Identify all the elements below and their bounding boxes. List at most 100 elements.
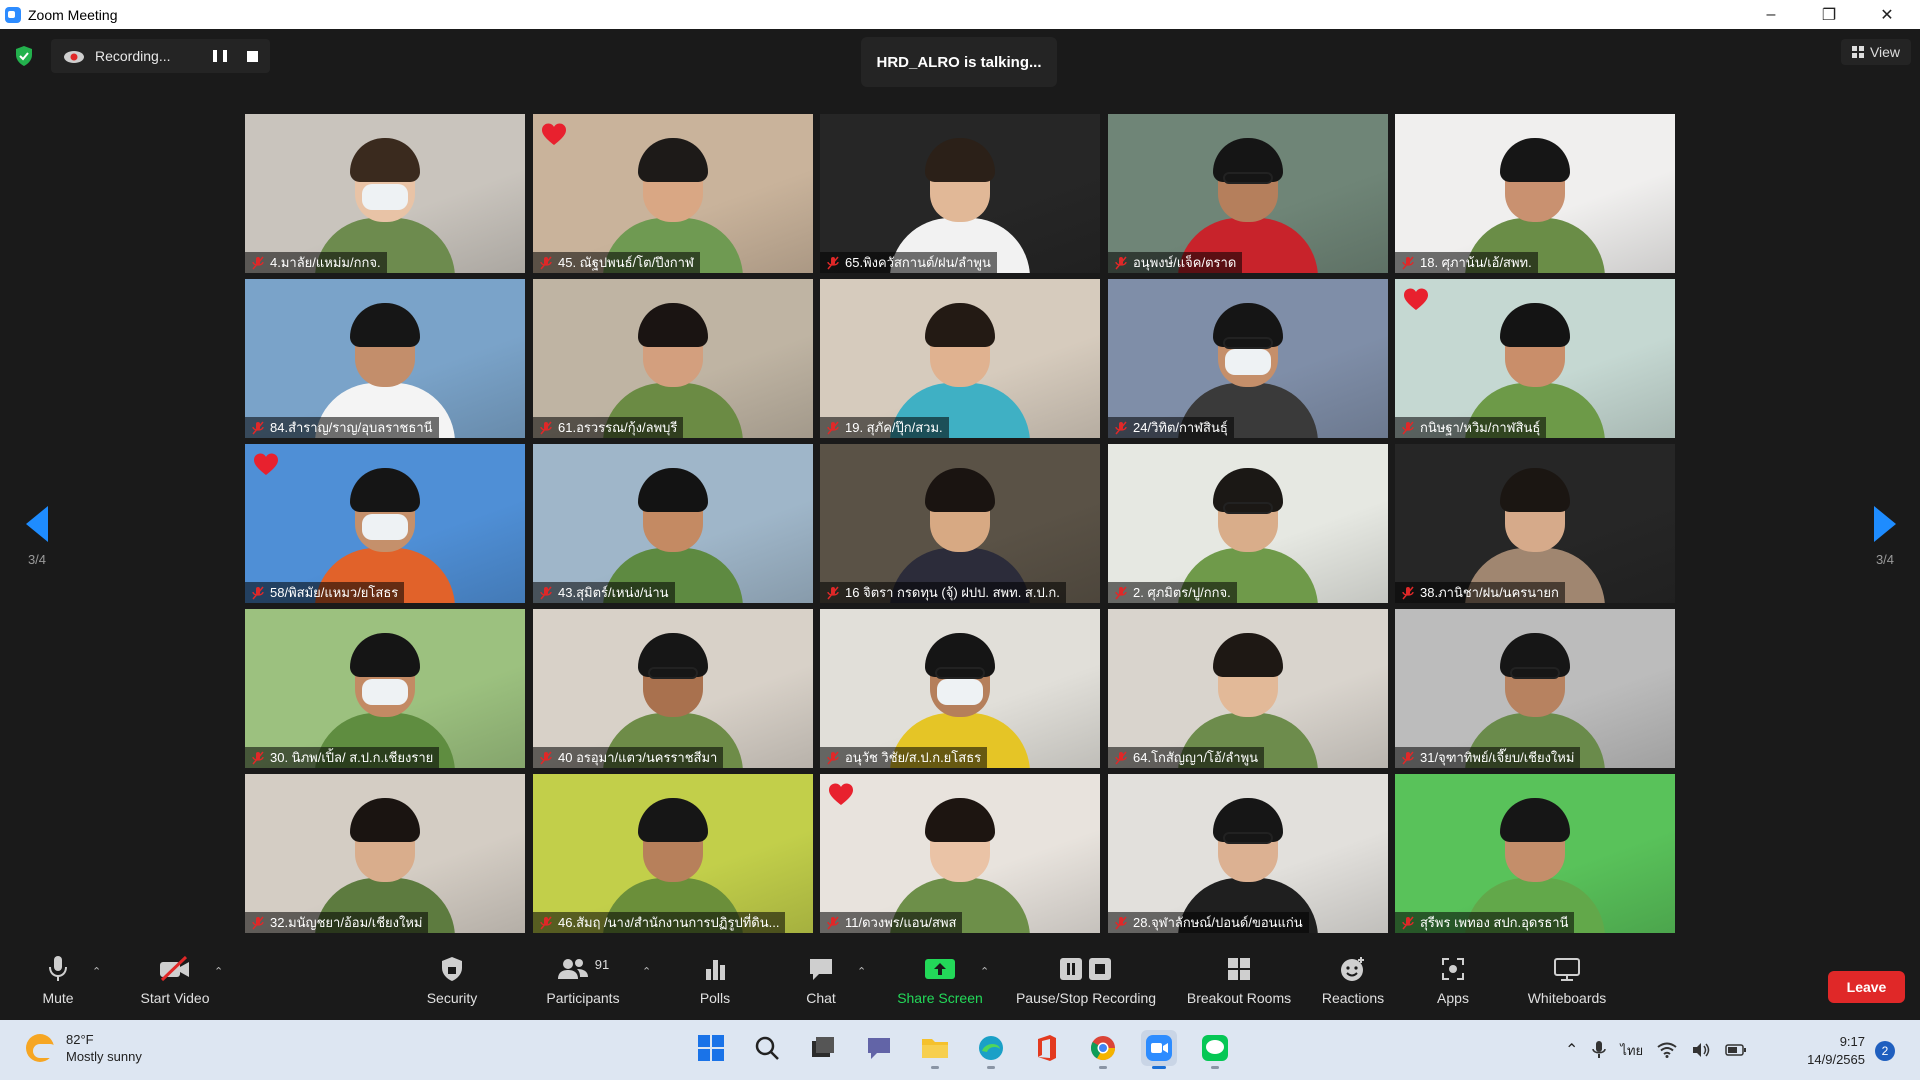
muted-mic-icon bbox=[540, 421, 552, 434]
participants-options-caret[interactable]: ⌃ bbox=[642, 965, 651, 978]
chat-options-caret[interactable]: ⌃ bbox=[857, 965, 866, 978]
muted-mic-icon bbox=[827, 586, 839, 599]
taskbar-clock[interactable]: 9:17 14/9/2565 bbox=[1793, 1033, 1865, 1069]
muted-mic-icon bbox=[252, 586, 264, 599]
muted-mic-icon bbox=[1115, 916, 1127, 929]
chat-bubble-icon bbox=[804, 954, 838, 984]
participant-video-tile[interactable]: 24/วิทิต/กาฬสินธุ์ bbox=[1108, 279, 1388, 438]
participant-video-tile[interactable]: 65.พิงควัสกานต์/ฝน/ลำพูน bbox=[820, 114, 1100, 273]
security-button[interactable]: Security bbox=[420, 939, 484, 1020]
participant-name-bar: 4.มาลัย/แหม่ม/กกจ. bbox=[245, 252, 387, 273]
participant-video-tile[interactable]: 45. ณัฐปพนธ์/โต/ปึงกาฬ bbox=[533, 114, 813, 273]
participant-video-tile[interactable]: 64.โกสัญญา/โอ้/ลำพูน bbox=[1108, 609, 1388, 768]
pause-recording-button[interactable] bbox=[213, 49, 227, 63]
participant-name-bar: 61.อรวรรณ/กุ้ง/ลพบุรี bbox=[533, 417, 684, 438]
restore-button[interactable]: ❐ bbox=[1800, 0, 1858, 29]
input-language[interactable]: ไทย bbox=[1620, 1040, 1643, 1061]
share-screen-button[interactable]: Share Screen bbox=[890, 939, 990, 1020]
participant-video-tile[interactable]: 16 จิตรา กรดทุน (จุ้) ฝปป. สพท. ส.ป.ก. bbox=[820, 444, 1100, 603]
previous-page-button[interactable]: 3/4 bbox=[22, 506, 52, 586]
close-button[interactable]: ✕ bbox=[1858, 0, 1916, 29]
start-windows-icon[interactable] bbox=[693, 1030, 729, 1066]
participant-name-bar: อนุวัช วิชัย/ส.ป.ก.ยโสธร bbox=[820, 747, 988, 768]
next-page-button[interactable]: 3/4 bbox=[1870, 506, 1900, 586]
chrome-icon[interactable] bbox=[1085, 1030, 1121, 1069]
battery-icon[interactable] bbox=[1725, 1043, 1747, 1057]
participant-name: 40 อรอุมา/แตว/นครราชสีมา bbox=[558, 750, 718, 765]
video-options-caret[interactable]: ⌃ bbox=[214, 965, 223, 978]
participant-video-tile[interactable]: 84.สำราญ/ราญ/อุบลราชธานี bbox=[245, 279, 525, 438]
participant-name: อนุวัช วิชัย/ส.ป.ก.ยโสธร bbox=[845, 750, 982, 765]
participant-video-tile[interactable]: กนิษฐา/หวิม/กาฬสินธุ์ bbox=[1395, 279, 1675, 438]
view-button[interactable]: View bbox=[1841, 39, 1911, 65]
leave-button[interactable]: Leave bbox=[1828, 971, 1905, 1003]
show-hidden-icons-chevron[interactable]: ⌃ bbox=[1565, 1040, 1578, 1060]
wifi-icon[interactable] bbox=[1657, 1042, 1677, 1058]
file-explorer-icon[interactable] bbox=[917, 1030, 953, 1069]
reactions-button[interactable]: Reactions bbox=[1318, 939, 1388, 1020]
meeting-toolbar: Mute ⌃ Start Video ⌃ Security 91 Partici… bbox=[0, 939, 1920, 1020]
participant-video-tile[interactable]: 11/ดวงพร/แอน/สพส bbox=[820, 774, 1100, 933]
teams-chat-icon[interactable] bbox=[861, 1030, 897, 1066]
participant-name-bar: 64.โกสัญญา/โอ้/ลำพูน bbox=[1108, 747, 1265, 768]
encryption-shield-icon[interactable] bbox=[14, 45, 34, 67]
start-video-button[interactable]: Start Video bbox=[135, 939, 215, 1020]
audio-options-caret[interactable]: ⌃ bbox=[92, 965, 101, 978]
edge-browser-icon[interactable] bbox=[973, 1030, 1009, 1069]
stop-recording-button[interactable] bbox=[247, 50, 258, 62]
participant-video-tile[interactable]: 61.อรวรรณ/กุ้ง/ลพบุรี bbox=[533, 279, 813, 438]
weather-widget[interactable]: 82°F Mostly sunny bbox=[26, 1031, 142, 1065]
start-video-label: Start Video bbox=[140, 989, 210, 1006]
participants-button[interactable]: 91 Participants bbox=[540, 939, 626, 1020]
chat-button[interactable]: Chat bbox=[798, 939, 844, 1020]
participant-name: 16 จิตรา กรดทุน (จุ้) ฝปป. สพท. ส.ป.ก. bbox=[845, 585, 1060, 600]
participant-video-tile[interactable]: 2. ศุภมิตร/ปู/กกจ. bbox=[1108, 444, 1388, 603]
muted-mic-icon bbox=[252, 421, 264, 434]
participant-video-tile[interactable]: 28.จุฬาลักษณ์/ปอนด์/ขอนแก่น bbox=[1108, 774, 1388, 933]
pause-stop-recording-button[interactable]: Pause/Stop Recording bbox=[1008, 939, 1164, 1020]
participant-name: 32.มนัญชยา/อ้อม/เชียงใหม่ bbox=[270, 915, 423, 930]
grid-view-icon bbox=[1851, 46, 1864, 58]
zoom-taskbar-icon[interactable] bbox=[1141, 1030, 1177, 1069]
participant-video-tile[interactable]: 31/จุฑาทิพย์/เจี๊ยบ/เชียงใหม่ bbox=[1395, 609, 1675, 768]
participant-video-tile[interactable]: สุรีพร เพทอง สปก.อุดรธานี bbox=[1395, 774, 1675, 933]
bar-chart-icon bbox=[698, 954, 732, 984]
participant-name-bar: 46.สัมฤ /นาง/สำนักงานการปฏิรูปที่ดิน... bbox=[533, 912, 786, 933]
shield-icon bbox=[435, 954, 469, 984]
office-icon[interactable] bbox=[1029, 1030, 1065, 1066]
participant-name-bar: 58/พิสมัย/แหมว/ยโสธร bbox=[245, 582, 405, 603]
line-app-icon[interactable] bbox=[1197, 1030, 1233, 1069]
participant-name: อนุพงษ์/แจ็ค/ตราด bbox=[1133, 255, 1237, 270]
participant-video-tile[interactable]: อนุพงษ์/แจ็ค/ตราด bbox=[1108, 114, 1388, 273]
participant-name-bar: 18. ศุภาน้น/เอ้/สพท. bbox=[1395, 252, 1538, 273]
polls-button[interactable]: Polls bbox=[692, 939, 738, 1020]
breakout-rooms-button[interactable]: Breakout Rooms bbox=[1180, 939, 1298, 1020]
participant-video-tile[interactable]: 43.สุมิตร์/เหน่ง/น่าน bbox=[533, 444, 813, 603]
task-view-icon[interactable] bbox=[805, 1030, 841, 1066]
participant-video-tile[interactable]: 46.สัมฤ /นาง/สำนักงานการปฏิรูปที่ดิน... bbox=[533, 774, 813, 933]
page-indicator-right: 3/4 bbox=[1875, 552, 1895, 567]
participant-video-tile[interactable]: 38.ภานิชา/ฝน/นครนายก bbox=[1395, 444, 1675, 603]
participant-video-tile[interactable]: 19. สุภัค/ปุ๊ก/สวม. bbox=[820, 279, 1100, 438]
mute-button[interactable]: Mute bbox=[38, 939, 78, 1020]
volume-icon[interactable] bbox=[1691, 1042, 1711, 1058]
microphone-tray-icon[interactable] bbox=[1592, 1040, 1607, 1060]
reactions-label: Reactions bbox=[1321, 989, 1385, 1006]
apps-button[interactable]: Apps bbox=[1430, 939, 1476, 1020]
participant-name: 19. สุภัค/ปุ๊ก/สวม. bbox=[845, 420, 943, 435]
participant-video-tile[interactable]: 58/พิสมัย/แหมว/ยโสธร bbox=[245, 444, 525, 603]
whiteboards-button[interactable]: Whiteboards bbox=[1518, 939, 1616, 1020]
participant-name-bar: 84.สำราญ/ราญ/อุบลราชธานี bbox=[245, 417, 439, 438]
participant-video-tile[interactable]: 18. ศุภาน้น/เอ้/สพท. bbox=[1395, 114, 1675, 273]
participant-video-tile[interactable]: 40 อรอุมา/แตว/นครราชสีมา bbox=[533, 609, 813, 768]
participant-name-bar: 2. ศุภมิตร/ปู/กกจ. bbox=[1108, 582, 1237, 603]
participant-video-tile[interactable]: อนุวัช วิชัย/ส.ป.ก.ยโสธร bbox=[820, 609, 1100, 768]
participant-video-tile[interactable]: 30. นิภพ/เปิ้ล/ ส.ป.ก.เชียงราย bbox=[245, 609, 525, 768]
participant-video-tile[interactable]: 4.มาลัย/แหม่ม/กกจ. bbox=[245, 114, 525, 273]
participant-video-tile[interactable]: 32.มนัญชยา/อ้อม/เชียงใหม่ bbox=[245, 774, 525, 933]
share-options-caret[interactable]: ⌃ bbox=[980, 965, 989, 978]
search-icon[interactable] bbox=[749, 1030, 785, 1066]
minimize-button[interactable]: – bbox=[1742, 0, 1800, 29]
notification-badge[interactable]: 2 bbox=[1875, 1041, 1895, 1061]
arrow-right-icon bbox=[1874, 506, 1896, 542]
